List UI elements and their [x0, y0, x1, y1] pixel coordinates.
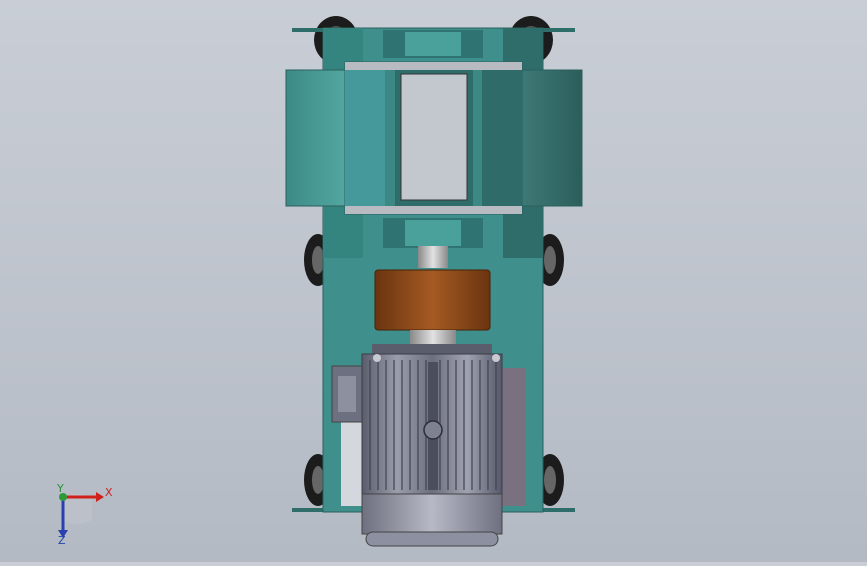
- drive-shaft-lower: [410, 330, 456, 344]
- triad-x-label: X: [105, 486, 113, 499]
- drive-shaft-upper: [418, 246, 448, 268]
- graphics-viewport[interactable]: X Y Z: [0, 0, 867, 562]
- triad-x-arrow: [96, 492, 104, 502]
- cad-model-view[interactable]: X Y Z: [0, 0, 867, 562]
- top-bearing-cylinder: [405, 32, 461, 56]
- hopper-top-rim: [345, 62, 522, 70]
- motor-fan-cover: [361, 493, 503, 535]
- triad-y-label: Y: [56, 482, 64, 495]
- motor-lifting-eye-left: [373, 354, 381, 362]
- hopper-left-wing: [285, 69, 349, 207]
- motor-fan-cover-end: [365, 531, 499, 547]
- hopper-right-wing: [519, 69, 583, 207]
- motor-lifting-eye-right: [492, 354, 500, 362]
- triad-z-label: Z: [58, 534, 66, 547]
- hopper-bottom-rim: [345, 206, 522, 214]
- coordinate-triad: X Y Z: [56, 482, 113, 547]
- motor-terminal-box-cover: [338, 376, 356, 412]
- lower-bearing-cylinder: [405, 220, 461, 246]
- hopper-right-face: [482, 62, 522, 214]
- hopper-opening: [400, 73, 468, 201]
- motor-nameplate-emblem: [423, 420, 443, 440]
- motor-base-right: [500, 368, 525, 506]
- hopper-left-face: [345, 62, 385, 214]
- coupling-guard: [374, 269, 491, 331]
